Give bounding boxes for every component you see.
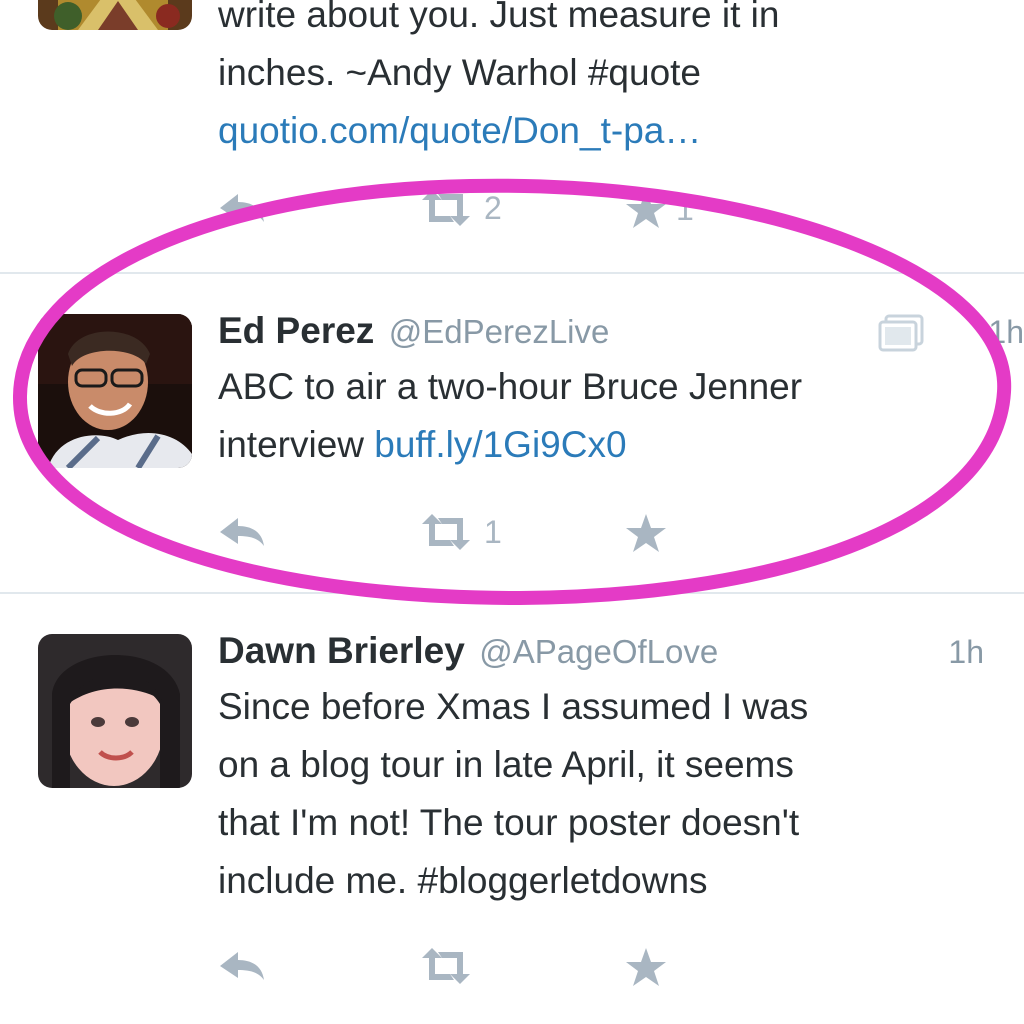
author-name[interactable]: Ed Perez <box>218 310 374 351</box>
retweet-icon <box>422 948 470 984</box>
retweet-button[interactable]: 1 <box>416 512 502 552</box>
reply-button[interactable] <box>218 512 268 552</box>
retweet-icon <box>422 190 470 226</box>
reply-icon <box>220 194 264 222</box>
retweet-button[interactable] <box>416 946 476 986</box>
tweet-text: write about you. Just measure it in inch… <box>218 0 780 151</box>
tweet-dawn-brierley[interactable]: Dawn Brierley @APageOfLove 1h Since befo… <box>0 594 1024 1024</box>
avatar[interactable] <box>38 0 192 30</box>
reply-icon <box>220 518 264 546</box>
star-icon <box>626 514 666 552</box>
tweet-time: 1h <box>988 314 1024 350</box>
retweet-count: 1 <box>484 513 502 550</box>
star-icon <box>626 948 666 986</box>
tweet-text: Since before Xmas I assumed I was on a b… <box>218 686 809 901</box>
author-handle[interactable]: @APageOfLove <box>479 633 718 670</box>
reply-icon <box>220 952 264 980</box>
retweet-icon <box>422 514 470 550</box>
avatar-image <box>38 314 192 468</box>
avatar-image <box>38 0 192 30</box>
tweet-andy-warhol-quote[interactable]: write about you. Just measure it in inch… <box>0 0 1024 272</box>
tweet-link[interactable]: buff.ly/1Gi9Cx0 <box>374 424 626 465</box>
tweet-link[interactable]: quotio.com/quote/Don_t-pa… <box>218 110 701 151</box>
favorite-button[interactable]: 1 <box>624 188 694 230</box>
avatar[interactable] <box>38 314 192 468</box>
reply-button[interactable] <box>218 946 268 986</box>
tweet-time: 1h <box>948 634 984 670</box>
author-handle[interactable]: @EdPerezLive <box>389 313 610 350</box>
photo-stack-icon <box>878 314 924 357</box>
avatar[interactable] <box>38 634 192 788</box>
avatar-image <box>38 634 192 788</box>
tweet-text: ABC to air a two-hour Bruce Jenner inter… <box>218 366 803 465</box>
star-icon <box>626 190 666 228</box>
tweet-ed-perez[interactable]: Ed Perez @EdPerezLive 1h ABC to air a tw… <box>0 274 1024 592</box>
favorite-count: 1 <box>676 190 694 227</box>
favorite-button[interactable] <box>624 512 668 554</box>
author-name[interactable]: Dawn Brierley <box>218 630 465 671</box>
favorite-button[interactable] <box>624 946 668 988</box>
reply-button[interactable] <box>218 188 268 228</box>
retweet-button[interactable]: 2 <box>416 188 502 228</box>
retweet-count: 2 <box>484 189 502 226</box>
